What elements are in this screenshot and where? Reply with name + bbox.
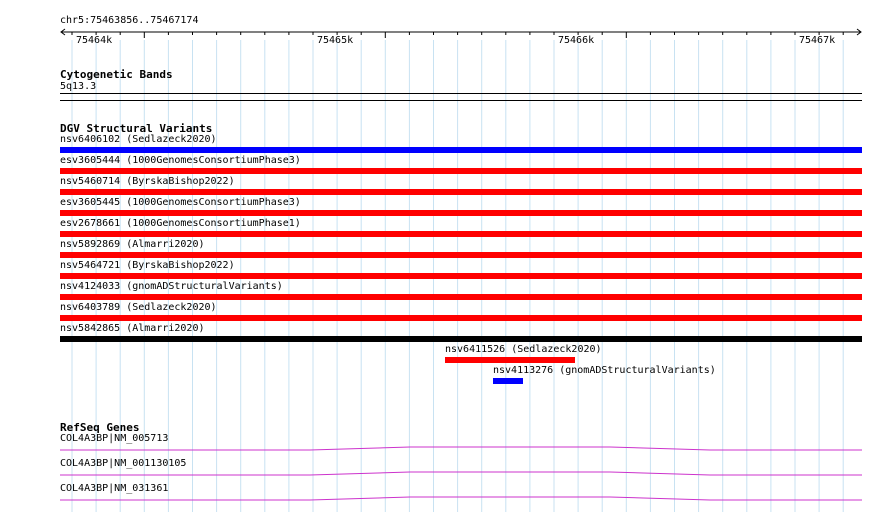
- cytoband-title[interactable]: Cytogenetic Bands: [60, 68, 173, 81]
- variant-bar[interactable]: [493, 378, 523, 384]
- variant-label[interactable]: nsv5464721 (ByrskaBishop2022): [60, 260, 235, 272]
- variant-bar[interactable]: [60, 168, 862, 174]
- variant-bar[interactable]: [60, 315, 862, 321]
- variant-bar[interactable]: [60, 231, 862, 237]
- variant-label[interactable]: nsv6406102 (Sedlazeck2020): [60, 134, 217, 146]
- variant-label[interactable]: esv3605445 (1000GenomesConsortiumPhase3): [60, 197, 301, 209]
- variant-bar[interactable]: [60, 336, 862, 342]
- variant-label[interactable]: esv3605444 (1000GenomesConsortiumPhase3): [60, 155, 301, 167]
- variant-label[interactable]: nsv6403789 (Sedlazeck2020): [60, 302, 217, 314]
- cytoband-bottom-line: [60, 100, 862, 101]
- variant-bar[interactable]: [60, 189, 862, 195]
- variant-label[interactable]: nsv4113276 (gnomADStructuralVariants): [493, 365, 716, 377]
- cytoband-top-line: [60, 93, 862, 94]
- tick-label-75466k: 75466k: [558, 35, 595, 46]
- ruler-axis: [60, 28, 862, 38]
- variant-label[interactable]: esv2678661 (1000GenomesConsortiumPhase1): [60, 218, 301, 230]
- variant-bar[interactable]: [60, 294, 862, 300]
- variant-bar[interactable]: [60, 252, 862, 258]
- gene-model[interactable]: [60, 443, 862, 455]
- tick-label-75464k: 75464k: [76, 35, 113, 46]
- tick-label-75465k: 75465k: [317, 35, 354, 46]
- tick-label-75467k: 75467k: [799, 35, 836, 46]
- variant-bar[interactable]: [445, 357, 575, 363]
- variant-bar[interactable]: [60, 210, 862, 216]
- variant-label[interactable]: nsv5892869 (Almarri2020): [60, 239, 205, 251]
- variant-bar[interactable]: [60, 273, 862, 279]
- variant-label[interactable]: nsv6411526 (Sedlazeck2020): [445, 344, 602, 356]
- cytoband-label: 5q13.3: [60, 81, 97, 92]
- variant-label[interactable]: nsv5842865 (Almarri2020): [60, 323, 205, 335]
- gene-model[interactable]: [60, 468, 862, 480]
- variant-label[interactable]: nsv5460714 (ByrskaBishop2022): [60, 176, 235, 188]
- variant-bar[interactable]: [60, 147, 862, 153]
- variant-label[interactable]: nsv4124033 (gnomADStructuralVariants): [60, 281, 283, 293]
- gene-model[interactable]: [60, 493, 862, 505]
